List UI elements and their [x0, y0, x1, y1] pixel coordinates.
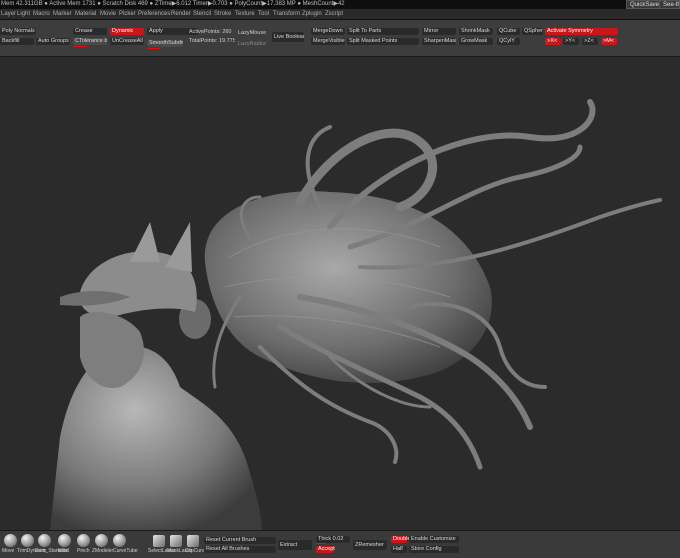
move-brush-icon[interactable]	[4, 534, 17, 547]
store-config-button[interactable]: Store Config	[409, 546, 459, 553]
sharpenmask-button[interactable]: SharpenMask	[422, 38, 456, 45]
curvetube-brush-icon[interactable]	[113, 534, 126, 547]
ctolerance-slider-fill	[73, 46, 87, 47]
hair-mass	[204, 191, 492, 384]
total-points-readout: TotalPoints: 19.775 Mil	[189, 38, 235, 44]
brush-label: Inflat	[58, 548, 69, 554]
see-through-slider[interactable]: See-th	[659, 0, 680, 9]
selectlasso-icon[interactable]	[153, 535, 165, 547]
cat-ear	[165, 222, 192, 272]
dynamic-button[interactable]: Dynamic	[110, 28, 144, 35]
trimdynamic-brush-icon[interactable]	[21, 534, 34, 547]
canvas-viewport[interactable]	[0, 57, 680, 530]
menu-item[interactable]: Marker	[53, 9, 72, 19]
smoothsubdiv-slider-fill	[147, 48, 159, 49]
mergevisible-button[interactable]: MergeVisible	[311, 38, 345, 45]
symmetry-y-button[interactable]: >Y<	[563, 38, 579, 45]
brush-label: Move	[2, 548, 15, 554]
split-masked-points-button[interactable]: Split Masked Points	[347, 38, 419, 45]
brush-label: ZModeler	[92, 548, 114, 554]
menu-item[interactable]: Stroke	[214, 9, 231, 19]
enable-customize-button[interactable]: Enable Customize	[409, 536, 459, 543]
top-toolbar: Poly Normals Crease Dynamic Apply Active…	[0, 20, 680, 57]
sculpt-model-render	[50, 99, 662, 530]
mirror-button[interactable]: Mirror	[422, 28, 456, 35]
ctolerance-slider[interactable]: CTolerance 84	[73, 38, 107, 45]
active-points-readout: ActivePoints: 260	[189, 29, 232, 35]
growmask-button[interactable]: GrowMask	[459, 38, 493, 45]
accept-button[interactable]: Accept	[316, 546, 335, 553]
qsphere-button[interactable]: QSphere	[522, 28, 543, 35]
lazymouse-toggle[interactable]: LazyMouse	[236, 30, 266, 37]
qcyly-button[interactable]: QCylY	[497, 38, 520, 45]
thick-slider-fill	[316, 543, 326, 544]
extract-button[interactable]: Extract	[278, 540, 312, 550]
status-bar: Mem 42.311GB ● Active Mem 1731 ● Scratch…	[0, 0, 680, 9]
menu-item[interactable]: Macro	[33, 9, 50, 19]
quicksave-button[interactable]: QuickSave	[626, 0, 664, 9]
brush-label: Pinch	[77, 548, 90, 554]
double-button[interactable]: Double	[391, 536, 410, 543]
menu-item[interactable]: Layer	[1, 9, 16, 19]
cat-ear	[130, 222, 160, 262]
live-boolean-button[interactable]: Live Boolean	[272, 32, 304, 42]
menu-item[interactable]: Zplugin	[302, 9, 322, 19]
inflat-brush-icon[interactable]	[58, 534, 71, 547]
bottom-shelf: Move TrimDynamic Dam_Standard Inflat Pin…	[0, 530, 680, 558]
split-to-parts-button[interactable]: Split To Parts	[347, 28, 419, 35]
symmetry-x-button[interactable]: >X<	[545, 38, 561, 45]
qcube-button[interactable]: QCube	[497, 28, 520, 35]
activate-symmetry-button[interactable]: Activate Symmetry	[545, 28, 618, 35]
zremesher-button[interactable]: ZRemesher	[353, 540, 387, 550]
zmodeler-brush-icon[interactable]	[95, 534, 108, 547]
menu-item[interactable]: Picker	[119, 9, 136, 19]
uncreaseall-button[interactable]: UnCreaseAll	[110, 38, 144, 45]
status-text: Mem 42.311GB ● Active Mem 1731 ● Scratch…	[1, 1, 345, 7]
auto-groups-button[interactable]: Auto Groups	[36, 38, 70, 45]
symmetry-m-button[interactable]: >M<	[601, 38, 617, 45]
menu-item[interactable]: Zscript	[325, 9, 343, 19]
menu-item[interactable]: Material	[75, 9, 96, 19]
brush-label: CurveTube	[113, 548, 138, 554]
mergedown-button[interactable]: MergeDown	[311, 28, 345, 35]
menu-item[interactable]: Movie	[100, 9, 116, 19]
shrinkmask-button[interactable]: ShrinkMask	[459, 28, 493, 35]
smoothsubdiv-slider[interactable]: SmoothSubdiv	[147, 40, 183, 47]
menu-item[interactable]: Tool	[258, 9, 269, 19]
menu-bar: Layer Light Macro Marker Material Movie …	[0, 9, 680, 20]
character-body	[50, 346, 262, 530]
dam-standard-brush-icon[interactable]	[38, 534, 51, 547]
menu-item[interactable]: Preferences	[138, 9, 170, 19]
backfill-button[interactable]: Backfill	[0, 38, 34, 45]
half-button[interactable]: Half	[391, 546, 407, 553]
pinch-brush-icon[interactable]	[77, 534, 90, 547]
thick-slider[interactable]: Thick 0.02	[316, 536, 350, 543]
crease-button[interactable]: Crease	[73, 28, 107, 35]
menu-item[interactable]: Texture	[235, 9, 255, 19]
menu-item[interactable]: Light	[17, 9, 30, 19]
reset-current-brush-button[interactable]: Reset Current Brush	[204, 537, 276, 544]
masklasso-icon[interactable]	[170, 535, 182, 547]
menu-item[interactable]: Transform	[273, 9, 300, 19]
reset-all-brushes-button[interactable]: Reset All Brushes	[204, 546, 276, 553]
menu-item[interactable]: Stencil	[193, 9, 211, 19]
clipcurve-icon[interactable]	[187, 535, 199, 547]
menu-item[interactable]: Render	[171, 9, 191, 19]
poly-normals-button[interactable]: Poly Normals	[0, 28, 36, 35]
symmetry-z-button[interactable]: >Z<	[582, 38, 598, 45]
lazyradius-slider[interactable]: LazyRadius	[236, 41, 266, 48]
